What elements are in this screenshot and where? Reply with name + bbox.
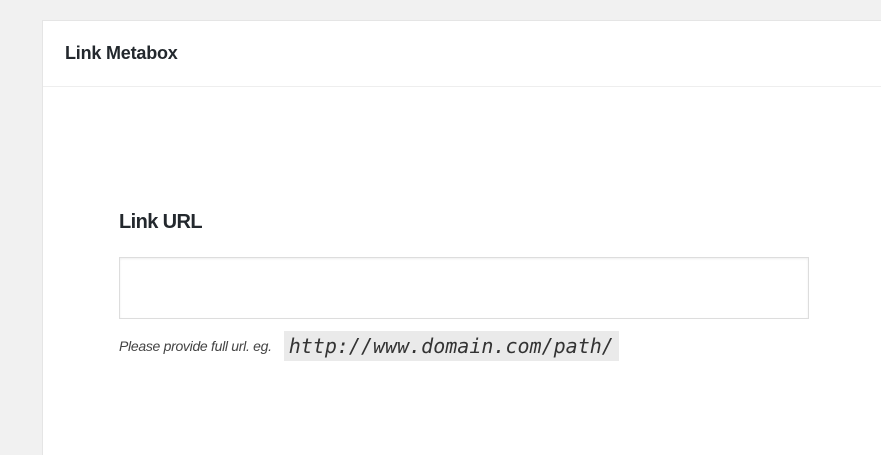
field-description: Please provide full url. eg. http://www.…: [119, 331, 619, 361]
metabox-header: Link Metabox: [43, 21, 881, 87]
link-url-field: Link URL Please provide full url. eg. ht…: [119, 211, 809, 361]
link-metabox: Link Metabox Link URL Please provide ful…: [42, 20, 881, 455]
metabox-title: Link Metabox: [65, 43, 178, 63]
help-example-code: http://www.domain.com/path/: [283, 331, 619, 361]
help-text: Please provide full url. eg.: [119, 338, 272, 354]
link-url-label: Link URL: [119, 211, 203, 233]
link-url-input[interactable]: [119, 257, 809, 319]
